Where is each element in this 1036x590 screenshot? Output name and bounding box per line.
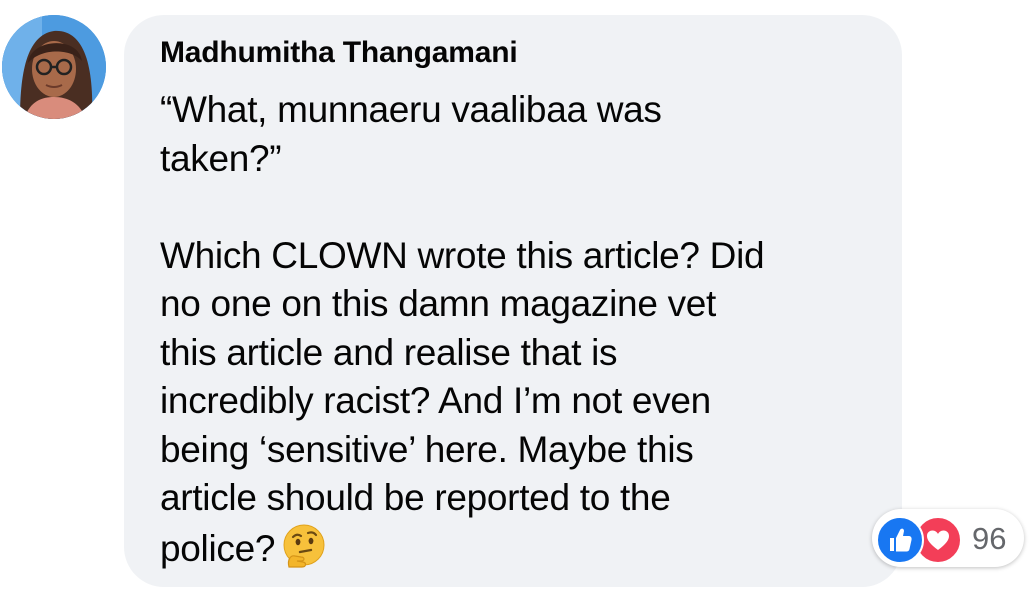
reactions-summary[interactable]: 96 [872, 509, 1024, 567]
comment-last-line: police? [160, 523, 880, 574]
reaction-count: 96 [972, 521, 1007, 556]
comment-line: police? [160, 527, 276, 569]
comment-line: this article and realise that is [160, 331, 618, 373]
thinking-face-icon [281, 523, 327, 569]
comment-line: taken?” [160, 137, 282, 179]
like-icon [876, 516, 924, 564]
comment-line: incredibly racist? And I’m not even [160, 380, 711, 421]
comment-line: being ‘sensitive’ here. Maybe this [160, 428, 694, 470]
avatar[interactable] [2, 15, 106, 119]
comment-line: no one on this damn magazine vet [160, 283, 717, 324]
comment-body: “What, munnaeru vaalibaa was taken?” Whi… [160, 86, 880, 573]
comment-line: Which CLOWN wrote this article? Did [160, 234, 765, 276]
comment-line: “What, munnaeru vaalibaa was [160, 89, 662, 130]
comment-line: article should be reported to the [160, 477, 671, 518]
comment-container: Madhumitha Thangamani “What, munnaeru va… [0, 0, 1036, 590]
comment-author[interactable]: Madhumitha Thangamani [160, 36, 518, 70]
